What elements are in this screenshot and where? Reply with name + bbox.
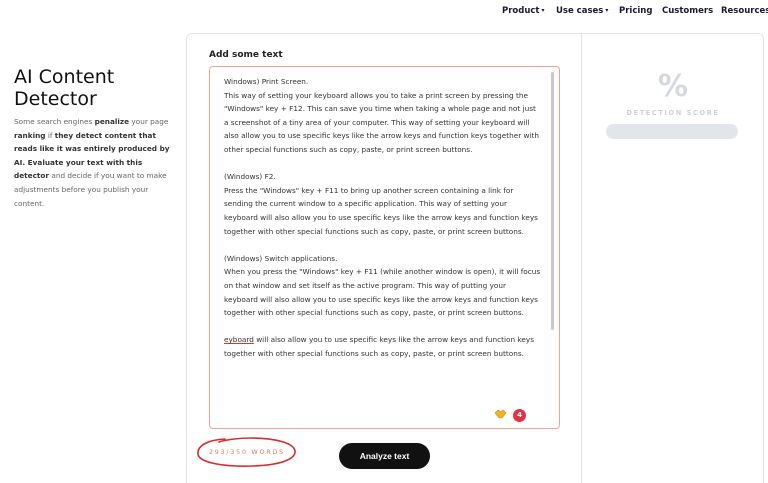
- textarea-label: Add some text: [209, 50, 283, 60]
- nav-customers[interactable]: Customers: [662, 6, 713, 16]
- panel-divider: [581, 34, 582, 483]
- text-paragraph: eyboard will also allow you to use speci…: [224, 335, 535, 358]
- text-paragraph: (Windows) F2. Press the "Windows" key + …: [224, 172, 538, 236]
- nav-resources[interactable]: Resources▾: [721, 6, 768, 16]
- text-paragraph: Windows) Print Screen. This way of setti…: [224, 77, 539, 154]
- text-input-area[interactable]: Windows) Print Screen. This way of setti…: [209, 66, 560, 429]
- detector-card: Add some text Windows) Print Screen. Thi…: [186, 33, 764, 483]
- nav-pricing[interactable]: Pricing: [619, 6, 652, 16]
- detection-score-bar: [606, 124, 738, 139]
- percent-icon: %: [657, 69, 689, 104]
- scrollbar[interactable]: [551, 72, 554, 330]
- word-count-container: 293/350 WORDS: [195, 436, 297, 468]
- analyze-text-button[interactable]: Analyze text: [339, 443, 430, 469]
- chevron-down-icon: ▾: [605, 7, 609, 14]
- nav-use-cases[interactable]: Use cases ▾: [556, 6, 608, 16]
- word-count: 293/350 WORDS: [209, 449, 285, 456]
- chevron-down-icon: ▾: [541, 7, 545, 14]
- page-title: AI Content Detector: [14, 66, 115, 110]
- textarea-content[interactable]: Windows) Print Screen. This way of setti…: [224, 75, 542, 374]
- issues-count-badge[interactable]: 4: [513, 409, 526, 422]
- flagged-word[interactable]: eyboard: [224, 335, 254, 344]
- top-nav: Product ▾ Use cases ▾ Pricing Customers Re…: [0, 0, 768, 22]
- handshake-icon[interactable]: [494, 409, 507, 419]
- nav-product[interactable]: Product ▾: [502, 6, 545, 16]
- text-paragraph: (Windows) Switch applications. When you …: [224, 253, 541, 318]
- detection-score-label: DETECTION SCORE: [626, 109, 720, 117]
- page-description: Some search engines penalize your page r…: [14, 117, 170, 208]
